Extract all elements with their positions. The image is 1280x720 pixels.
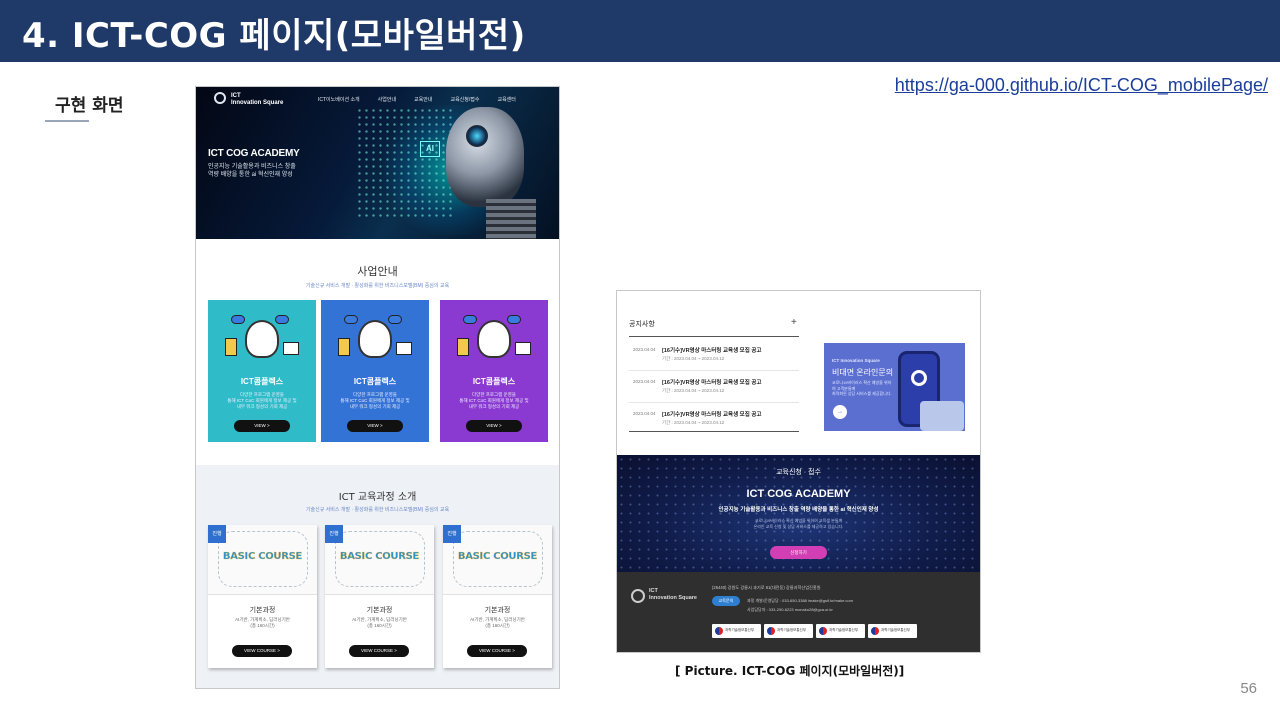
course-description: AI기반, 가계획소, 딥러닝기반 (총 160시간) [352, 617, 407, 628]
nav-item-intro[interactable]: ICT이노베이션 소개 [318, 96, 360, 103]
course-description: AI기반, 가계획소, 딥러닝기반 (총 160시간) [235, 617, 290, 628]
business-section-subtitle: 기술신규 서비스 개발 · 활성화를 위한 비즈니스모델(BM) 중심의 교육 [305, 283, 450, 289]
notice-item[interactable]: 2023.04.04 [16기수]VR영상 마스터링 교육생 모집 공고 기간 … [629, 339, 799, 371]
course-description: AI기반, 가계획소, 딥러닝기반 (총 160시간) [470, 617, 525, 628]
org-logo[interactable]: 과학기술정보통신부 [868, 624, 917, 638]
notice-date: 2023.04.04 [633, 379, 656, 384]
course-section-title: ICT 교육과정 소개 [338, 492, 417, 503]
view-button[interactable]: VIEW > [347, 420, 403, 432]
top-nav: ICT이노베이션 소개 사업안내 교육안내 교육신청/접수 교육센터 [318, 96, 516, 103]
notice-title[interactable]: [16기수]VR영상 마스터링 교육생 모집 공고 [662, 410, 761, 418]
hands-image [920, 401, 964, 431]
slide-title: 4. ICT-COG 페이지(모바일버전) [22, 16, 526, 56]
notice-period: 기간 : 2023.04.04 ~ 2023.04.12 [662, 388, 725, 393]
course-section-subtitle: 기술신규 서비스 개발 · 활성화를 위한 비즈니스모델(BM) 중심의 교육 [305, 507, 450, 513]
notice-title[interactable]: [16기수]VR영상 마스터링 교육생 모집 공고 [662, 378, 761, 386]
org-logo[interactable]: 과학기술정보통신부 [816, 624, 865, 638]
notice-date: 2023.04.04 [633, 347, 656, 352]
notice-title[interactable]: [16기수]VR영상 마스터링 교육생 모집 공고 [662, 346, 761, 354]
notice-item[interactable]: 2023.04.04 [16기수]VR영상 마스터링 교육생 모집 공고 기간 … [629, 371, 799, 403]
main-page-screenshot: AI ICT Innovation Square ICT이노베이션 소개 사업안… [195, 86, 560, 689]
hero-title: ICT COG ACADEMY [208, 148, 300, 159]
plus-icon[interactable]: + [791, 317, 797, 328]
mobile-page-link[interactable]: https://ga-000.github.io/ICT-COG_mobileP… [895, 75, 1268, 96]
card-illustration [455, 312, 533, 364]
course-image-text: BASIC COURSE [339, 551, 420, 562]
hero-banner: AI ICT Innovation Square ICT이노베이션 소개 사업안… [196, 87, 559, 239]
course-image-text: BASIC COURSE [457, 551, 538, 562]
status-badge: 진행 [208, 525, 226, 543]
taegeuk-icon [819, 627, 827, 635]
notice-period: 기간 : 2023.04.04 ~ 2023.04.12 [662, 420, 725, 425]
section-underline [45, 120, 89, 122]
nav-item-center[interactable]: 교육센터 [497, 96, 515, 103]
robot-image [446, 107, 524, 207]
card-description: 다양한 프로그램 운영을 통해 ICT CoC 회원에게 정보 제공 및 내부 … [459, 392, 529, 409]
arrow-right-icon[interactable]: → [833, 405, 847, 419]
logo-icon[interactable] [214, 92, 226, 104]
consult-brand: ICT Innovation Square [832, 358, 880, 363]
consult-title: 비대면 온라인문의 [832, 368, 894, 377]
logo-icon [631, 589, 645, 603]
card-title: ICT콤플렉스 [240, 377, 284, 386]
course-card: BASIC COURSE 진행 기본과정 AI기반, 가계획소, 딥러닝기반 (… [325, 525, 434, 668]
online-consult-banner[interactable]: ICT Innovation Square 비대면 온라인문의 코로나19바이러… [824, 343, 965, 431]
view-button[interactable]: VIEW > [466, 420, 522, 432]
course-label: 기본과정 [366, 607, 393, 614]
apply-subtitle: 인공지능 기술활용과 비즈니스 창출 역량 배양을 통한 ai 혁신인재 양성 [718, 507, 879, 513]
card-description: 다양한 프로그램 운영을 통해 ICT CoC 회원에게 정보 제공 및 내부 … [227, 392, 297, 409]
course-card: BASIC COURSE 진행 기본과정 AI기반, 가계획소, 딥러닝기반 (… [443, 525, 552, 668]
ai-chip-icon: AI [420, 141, 440, 157]
slide-header: 4. ICT-COG 페이지(모바일버전) [0, 0, 1280, 62]
taegeuk-icon [715, 627, 723, 635]
org-logo[interactable]: 과학기술정보통신부 [764, 624, 813, 638]
business-card: ICT콤플렉스 다양한 프로그램 운영을 통해 ICT CoC 회원에게 정보 … [321, 300, 429, 442]
figure-caption: [ Picture. ICT-COG 페이지(모바일버전)] [675, 664, 905, 678]
notice-date: 2023.04.04 [633, 411, 656, 416]
apply-button[interactable]: 신청하기 [770, 546, 827, 559]
footer-org-logos: 과학기술정보통신부 과학기술정보통신부 과학기술정보통신부 과학기술정보통신부 [712, 624, 917, 638]
page-number: 56 [1240, 680, 1257, 697]
card-illustration [223, 312, 301, 364]
inquiry-button[interactable]: 교육문의 [712, 596, 740, 606]
nav-item-education[interactable]: 교육안내 [414, 96, 432, 103]
hero-subtitle: 인공지능 기술활용과 비즈니스 창출 역량 배양을 통한 ai 혁신인재 양성 [208, 164, 296, 178]
business-card: ICT콤플렉스 다양한 프로그램 운영을 통해 ICT CoC 회원에게 정보 … [208, 300, 316, 442]
nav-item-apply[interactable]: 교육신청/접수 [450, 96, 479, 103]
course-image-text: BASIC COURSE [222, 551, 303, 562]
course-card: BASIC COURSE 진행 기본과정 AI기반, 가계획소, 딥러닝기반 (… [208, 525, 317, 668]
taegeuk-icon [871, 627, 879, 635]
view-course-button[interactable]: VIEW COURSE > [349, 645, 409, 657]
status-badge: 진행 [325, 525, 343, 543]
footer-address: (25440) 강원도 강릉시 과기로 61(대전동) 강릉과학산업진흥원 [712, 585, 821, 590]
card-title: ICT콤플렉스 [353, 377, 397, 386]
notice-period: 기간 : 2023.04.04 ~ 2023.04.12 [662, 356, 725, 361]
org-logo[interactable]: 과학기술정보통신부 [712, 624, 761, 638]
lower-page-screenshot: 공지사항 + 2023.04.04 [16기수]VR영상 마스터링 교육생 모집… [616, 290, 981, 653]
notice-heading: 공지사항 [629, 321, 655, 328]
card-title: ICT콤플렉스 [472, 377, 516, 386]
logo-icon [911, 370, 927, 386]
section-label: 구현 화면 [55, 96, 124, 116]
consult-description: 코로나19바이러스 확산 예방을 위하여 고객분들께 최적화된 상담 서비스를 … [832, 380, 892, 396]
brand-logo-text[interactable]: ICT Innovation Square [231, 93, 283, 107]
apply-description: 코로나19바이러스 확산 예방을 위하여 교육생 분들께 온라인 교육 신청 및… [753, 518, 844, 529]
course-label: 기본과정 [484, 607, 511, 614]
footer-brand: ICT Innovation Square [649, 588, 697, 601]
robot-eye [466, 125, 488, 147]
view-button[interactable]: VIEW > [234, 420, 290, 432]
business-card: ICT콤플렉스 다양한 프로그램 운영을 통해 ICT CoC 회원에게 정보 … [440, 300, 548, 442]
status-badge: 진행 [443, 525, 461, 543]
footer-contact: 과정 개발/운영담당 : 033-650-3388 imake@gsif.kr/… [747, 598, 853, 612]
nav-item-business[interactable]: 사업안내 [378, 96, 396, 103]
apply-title: ICT COG ACADEMY [746, 488, 851, 500]
view-course-button[interactable]: VIEW COURSE > [232, 645, 292, 657]
card-description: 다양한 프로그램 운영을 통해 ICT CoC 회원에게 정보 제공 및 내부 … [340, 392, 410, 409]
view-course-button[interactable]: VIEW COURSE > [467, 645, 527, 657]
card-illustration [336, 312, 414, 364]
course-label: 기본과정 [249, 607, 276, 614]
taegeuk-icon [767, 627, 775, 635]
business-section-title: 사업안내 [357, 265, 398, 278]
apply-heading: 교육신청 · 접수 [776, 469, 821, 476]
